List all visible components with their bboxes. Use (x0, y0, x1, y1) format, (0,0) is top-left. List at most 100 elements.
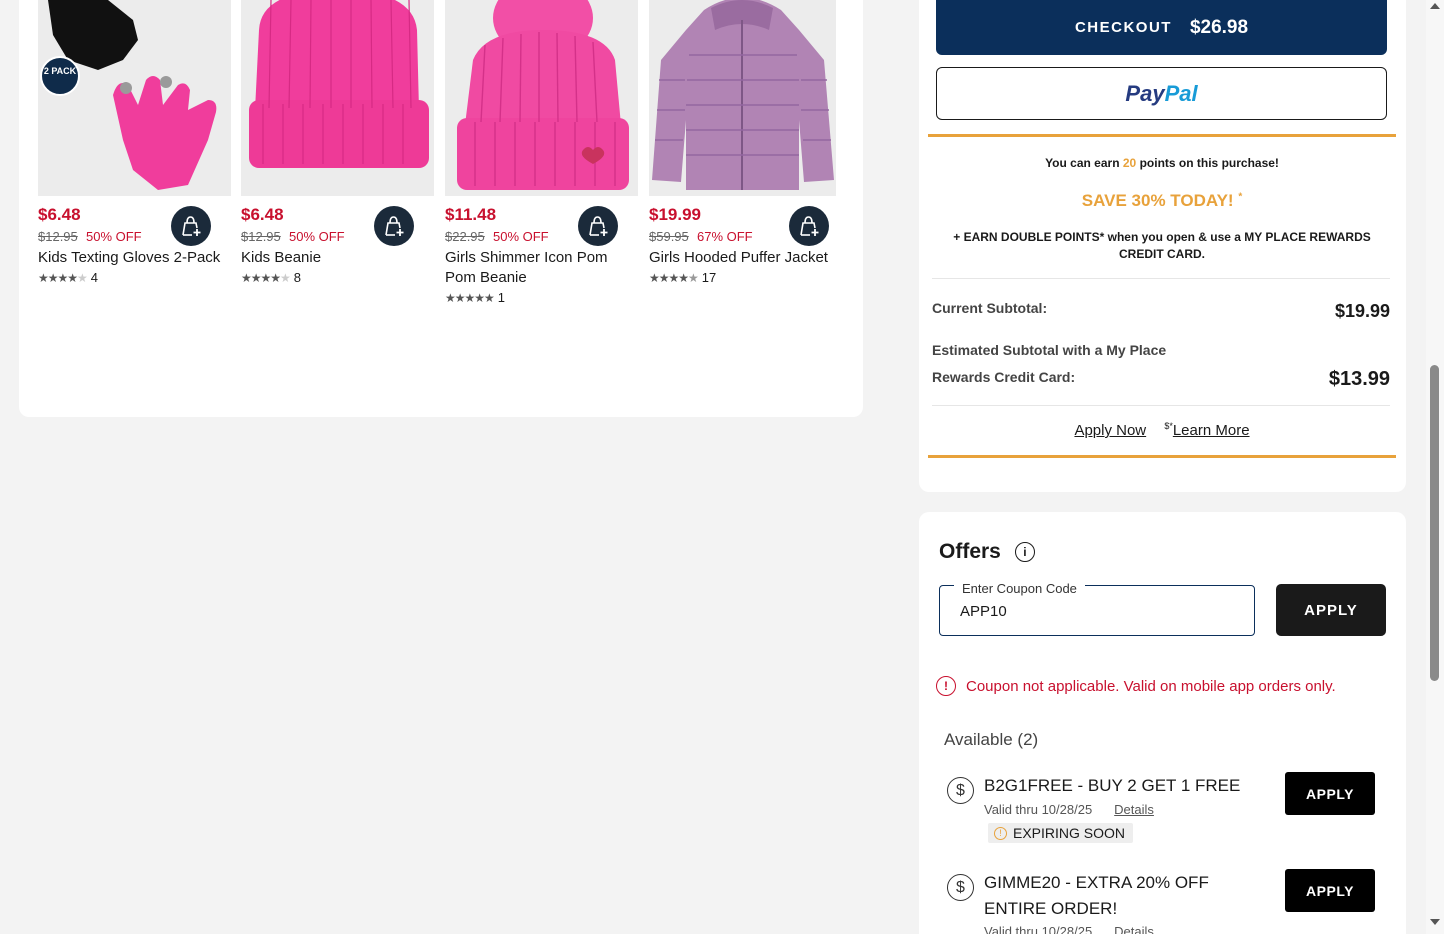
add-to-bag-icon (385, 216, 404, 236)
product-card[interactable]: 2 PACK $6.48 $12.95 50% OFF Kids Texting… (38, 0, 231, 285)
product-image-pom-beanie[interactable] (445, 0, 638, 196)
offer-validity: Valid thru 10/28/25 Details (984, 924, 1154, 934)
current-subtotal-value: $19.99 (1334, 301, 1390, 321)
coupon-error-text: Coupon not applicable. Valid on mobile a… (966, 677, 1336, 695)
offer-details-link[interactable]: Details (1114, 924, 1154, 934)
review-count: 8 (293, 270, 302, 285)
paypal-logo-pal: Pal (1164, 80, 1198, 106)
rewards-credit-card-panel: You can earn 20 points on this purchase!… (928, 134, 1396, 458)
dollar-icon: $ (947, 874, 974, 901)
divider (932, 278, 1390, 279)
two-pack-badge: 2 PACK (40, 56, 80, 96)
puffer-jacket-image (649, 0, 836, 196)
checkout-label: CHECKOUT (1074, 19, 1172, 36)
checkout-button[interactable]: CHECKOUT $26.98 (936, 0, 1387, 55)
coupon-error-message: ! Coupon not applicable. Valid on mobile… (936, 676, 1336, 696)
add-to-bag-button[interactable] (789, 206, 829, 246)
apply-now-link[interactable]: Apply Now (1074, 422, 1146, 439)
apply-offer-button[interactable]: APPLY (1285, 869, 1375, 912)
sale-price: $6.48 (38, 205, 81, 224)
original-price: $12.95 (38, 229, 78, 244)
original-price: $12.95 (241, 229, 281, 244)
paypal-logo-pay: Pay (1125, 80, 1165, 106)
product-rating: ★★★★★ 1 (445, 290, 638, 305)
gloves-image (38, 0, 231, 196)
product-image-beanie[interactable] (241, 0, 434, 196)
star-rating-icon: ★★★★★ (241, 270, 291, 285)
product-rating: ★★★★★ 8 (241, 270, 434, 285)
earn-prefix: You can earn (1045, 156, 1120, 170)
star-rating-icon: ★★★★★ (38, 270, 88, 285)
add-to-bag-icon (182, 216, 201, 236)
expiring-text: EXPIRING SOON (1013, 825, 1126, 841)
paypal-button[interactable]: Pay Pal (936, 67, 1387, 120)
earn-points-value: 20 (1122, 156, 1137, 170)
review-count: 4 (90, 270, 99, 285)
learn-more-mark: $* (1164, 421, 1173, 431)
estimated-subtotal-value: $13.99 (1328, 368, 1390, 390)
sale-price: $19.99 (649, 205, 701, 224)
product-name[interactable]: Kids Texting Gloves 2-Pack (38, 248, 231, 268)
product-name[interactable]: Kids Beanie (241, 248, 434, 268)
earn-suffix: points on this purchase! (1139, 156, 1279, 170)
add-to-bag-button[interactable] (374, 206, 414, 246)
product-rating: ★★★★★ 17 (649, 270, 842, 285)
discount-label: 67% OFF (697, 229, 753, 244)
pom-beanie-image (445, 0, 638, 196)
product-rating: ★★★★★ 4 (38, 270, 231, 285)
discount-label: 50% OFF (493, 229, 549, 244)
coupon-code-field[interactable]: Enter Coupon Code (939, 581, 1255, 636)
product-name[interactable]: Girls Shimmer Icon Pom Pom Beanie (445, 248, 638, 288)
product-name[interactable]: Girls Hooded Puffer Jacket (649, 248, 842, 268)
original-price: $59.95 (649, 229, 689, 244)
current-subtotal-row: Current Subtotal: $19.99 (932, 295, 1390, 322)
save-30-banner: SAVE 30% TODAY! * (928, 191, 1396, 211)
expiring-soon-badge: ! EXPIRING SOON (988, 823, 1134, 843)
save-footnote-mark: * (1238, 191, 1243, 203)
coupon-code-input[interactable] (960, 603, 1220, 620)
offer-valid-text: Valid thru 10/28/25 (984, 802, 1093, 817)
card-links: Apply Now $*Learn More (928, 421, 1396, 439)
add-to-bag-button[interactable] (578, 206, 618, 246)
beanie-image (241, 0, 434, 196)
page-scrollbar[interactable] (1426, 0, 1444, 934)
offers-card: Offers i Enter Coupon Code APPLY ! Coupo… (919, 512, 1406, 934)
clock-icon: ! (994, 826, 1007, 840)
offer-title: GIMME20 - EXTRA 20% OFF ENTIRE ORDER! (984, 873, 1209, 918)
offer-title: B2G1FREE - BUY 2 GET 1 FREE (984, 776, 1241, 795)
review-count: 17 (701, 270, 717, 285)
product-image-gloves[interactable]: 2 PACK (38, 0, 231, 196)
save-text: SAVE 30% TODAY! (1081, 191, 1234, 210)
product-card[interactable]: $19.99 $59.95 67% OFF Girls Hooded Puffe… (649, 0, 842, 285)
divider (932, 405, 1390, 406)
info-icon[interactable]: i (1014, 542, 1035, 562)
current-subtotal-label: Current Subtotal: (932, 300, 1048, 316)
add-to-bag-button[interactable] (171, 206, 211, 246)
apply-coupon-button[interactable]: APPLY (1276, 584, 1386, 636)
star-rating-icon: ★★★★★ (649, 270, 699, 285)
estimated-label-line2: Rewards Credit Card: (932, 369, 1076, 385)
scrollbar-thumb[interactable] (1430, 365, 1439, 681)
apply-offer-button[interactable]: APPLY (1285, 772, 1375, 815)
estimated-subtotal-label: Estimated Subtotal with a My Place Reward… (932, 337, 1166, 391)
star-rating-icon: ★★★★★ (445, 290, 495, 305)
offers-title: Offers (939, 540, 1001, 563)
product-card[interactable]: $6.48 $12.95 50% OFF Kids Beanie ★★★★★ 8 (241, 0, 434, 285)
scroll-up-arrow-icon[interactable] (1430, 3, 1440, 9)
offer-details-link[interactable]: Details (1114, 802, 1154, 817)
scroll-down-arrow-icon[interactable] (1430, 919, 1440, 925)
offer-validity: Valid thru 10/28/25 Details (984, 802, 1154, 817)
discount-label: 50% OFF (86, 229, 142, 244)
product-card[interactable]: $11.48 $22.95 50% OFF Girls Shimmer Icon… (445, 0, 638, 305)
add-to-bag-icon (800, 216, 819, 236)
sale-price: $6.48 (241, 205, 284, 224)
add-to-bag-icon (589, 216, 608, 236)
estimated-label-line1: Estimated Subtotal with a My Place (932, 342, 1167, 358)
checkout-amount: $26.98 (1189, 16, 1249, 38)
sale-price: $11.48 (445, 205, 497, 224)
learn-more-link[interactable]: Learn More (1173, 422, 1250, 439)
earn-points-text: You can earn 20 points on this purchase! (928, 156, 1396, 170)
product-image-puffer-jacket[interactable] (649, 0, 836, 196)
review-count: 1 (497, 290, 506, 305)
dollar-icon: $ (947, 777, 974, 804)
